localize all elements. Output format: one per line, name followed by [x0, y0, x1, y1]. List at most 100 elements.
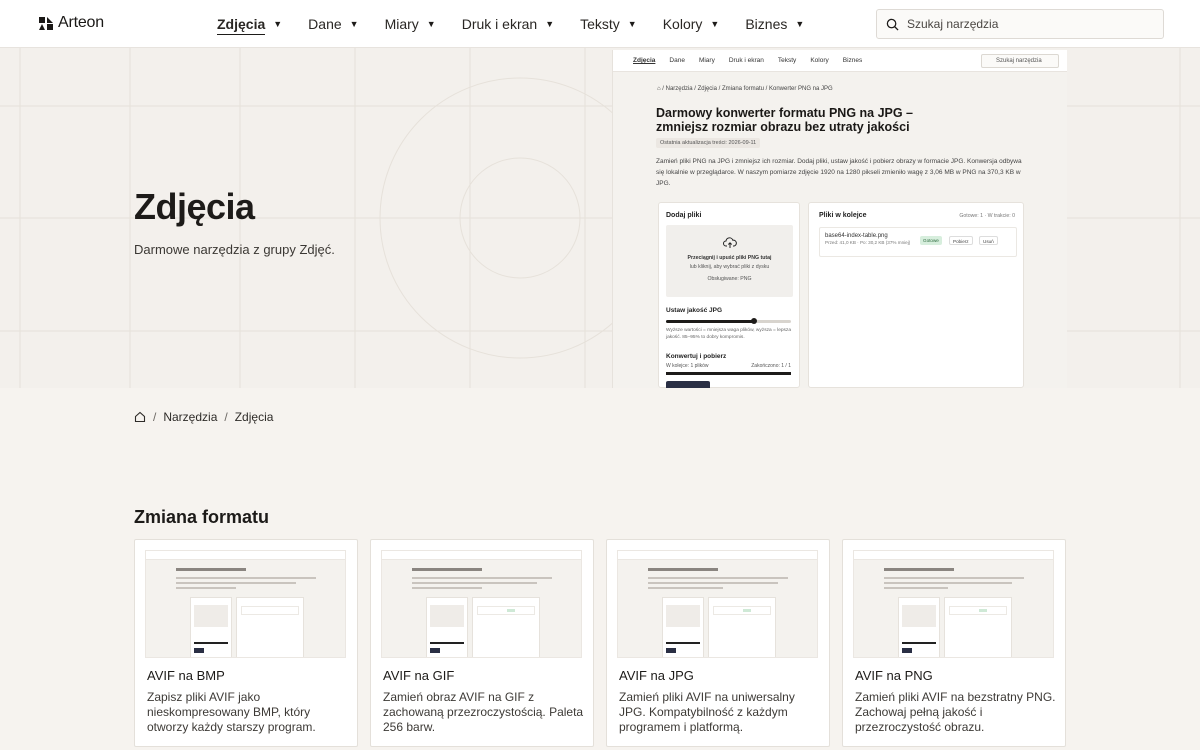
preview-file-row: base64-index-table.png Przed: 41,0 KB · …	[819, 227, 1017, 257]
thumbnail-text-line	[648, 577, 788, 579]
nav-item-druk-i-ekran[interactable]: Druk i ekran ▼	[462, 0, 554, 48]
page-title: Zdjęcia	[134, 186, 255, 227]
preview-nav-item: Dane	[669, 57, 685, 64]
thumbnail-left-panel	[662, 597, 704, 657]
thumbnail-text-line	[176, 587, 236, 589]
nav-item-dane[interactable]: Dane ▼	[308, 0, 358, 48]
tool-card-thumbnail	[617, 550, 818, 658]
tool-card-description: Zapisz pliki AVIF jako nieskompresowany …	[147, 690, 316, 734]
preview-convert-label: Konwertuj i pobierz	[666, 353, 727, 360]
preview-nav: Zdjęcia Dane Miary Druk i ekran Teksty K…	[613, 50, 1067, 72]
thumbnail-right-panel	[708, 597, 776, 657]
preview-add-files-title: Dodaj pliki	[666, 212, 702, 219]
tool-card-description: Zamień pliki AVIF na bezstratny PNG. Zac…	[855, 690, 1056, 734]
search-box[interactable]	[876, 9, 1164, 39]
page-subtitle: Darmowe narzędzia z grupy Zdjęć.	[134, 242, 335, 257]
thumbnail-nav	[382, 551, 581, 560]
thumbnail-right-panel	[944, 597, 1012, 657]
thumbnail-text-line	[412, 577, 552, 579]
tool-card-avif-jpg[interactable]: AVIF na JPG Zamień pliki AVIF na uniwers…	[606, 539, 830, 747]
nav-item-miary[interactable]: Miary ▼	[385, 0, 436, 48]
nav-item-kolory[interactable]: Kolory ▼	[663, 0, 720, 48]
tool-card-avif-bmp[interactable]: AVIF na BMP Zapisz pliki AVIF jako niesk…	[134, 539, 358, 747]
preview-convert-right: Zakończono: 1 / 1	[751, 363, 791, 369]
preview-nav-item: Biznes	[842, 57, 863, 64]
nav-item-label: Druk i ekran	[461, 16, 538, 32]
preview-drop-title: Przeciągnij i upuść pliki PNG tutaj	[687, 255, 772, 261]
tool-card-thumbnail	[145, 550, 346, 658]
nav-item-label: Biznes	[745, 16, 788, 32]
chevron-down-icon: ▼	[273, 19, 283, 29]
thumbnail-heading	[176, 568, 246, 571]
preview-dropzone: Przeciągnij i upuść pliki PNG tutaj lub …	[666, 225, 793, 297]
preview-file-name: base64-index-table.png	[825, 233, 888, 239]
nav-item-label: Teksty	[580, 16, 620, 32]
thumbnail-nav	[618, 551, 817, 560]
thumbnail-nav	[854, 551, 1053, 560]
tool-card-title: AVIF na GIF	[383, 668, 455, 683]
preview-file-size: Przed: 41,0 KB · Po: 30,2 KB (37% mniej)	[825, 240, 911, 245]
thumbnail-left-panel	[190, 597, 232, 657]
nav-item-teksty[interactable]: Teksty ▼	[580, 0, 637, 48]
section-title: Zmiana formatu	[134, 507, 270, 527]
preview-progress-bar	[666, 372, 791, 375]
search-icon	[886, 18, 899, 31]
preview-upload-card: Dodaj pliki Przeciągnij i upuść pliki PN…	[658, 202, 800, 388]
preview-description: Zamień pliki PNG na JPG i zmniejsz ich r…	[656, 158, 1022, 187]
preview-queue-meta: Gotowe: 1 · W trakcie: 0	[959, 213, 1015, 219]
preview-remove-chip: Usuń	[979, 236, 998, 245]
preview-nav-item: Miary	[698, 57, 715, 64]
cloud-upload-icon	[723, 237, 737, 248]
preview-quality-label: Ustaw jakość JPG	[666, 307, 722, 314]
nav-item-label: Kolory	[662, 16, 703, 32]
preview-convert-left: W kolejce: 1 plików	[666, 363, 709, 369]
top-navigation-bar: Arteon Zdjęcia ▼ Dane ▼ Miary ▼ Druk i e…	[0, 0, 1200, 48]
chevron-down-icon: ▼	[426, 19, 436, 29]
thumbnail-heading	[648, 568, 718, 571]
nav-item-biznes[interactable]: Biznes ▼	[745, 0, 804, 48]
breadcrumb-separator: /	[224, 410, 228, 424]
breadcrumb-separator: /	[153, 410, 157, 424]
thumbnail-right-panel	[472, 597, 540, 657]
tool-card-avif-png[interactable]: AVIF na PNG Zamień pliki AVIF na bezstra…	[842, 539, 1066, 747]
thumbnail-nav	[146, 551, 345, 560]
thumbnail-heading	[884, 568, 954, 571]
hero-preview-screenshot: Zdjęcia Dane Miary Druk i ekran Teksty K…	[612, 50, 1067, 388]
preview-quality-fill	[666, 320, 754, 323]
brand-name: Arteon	[58, 14, 104, 31]
thumbnail-text-line	[648, 582, 778, 584]
nav-item-zdjecia[interactable]: Zdjęcia ▼	[217, 0, 282, 48]
breadcrumb-current: Zdjęcia	[234, 410, 274, 424]
preview-queue-card: Pliki w kolejce Gotowe: 1 · W trakcie: 0…	[808, 202, 1024, 388]
thumbnail-text-line	[176, 577, 316, 579]
preview-nav-item: Zdjęcia	[633, 57, 656, 64]
preview-title: Darmowy konwerter formatu PNG na JPG – z…	[656, 106, 914, 134]
chevron-down-icon: ▼	[627, 19, 637, 29]
tool-card-description: Zamień obraz AVIF na GIF z zachowaną prz…	[383, 690, 584, 734]
chevron-down-icon: ▼	[795, 19, 805, 29]
brand-logo[interactable]: Arteon	[38, 14, 104, 32]
preview-search: Szukaj narzędzia	[981, 54, 1059, 68]
hero-banner: Zdjęcia Darmowe narzędzia z grupy Zdjęć.…	[0, 48, 1200, 388]
chevron-down-icon: ▼	[349, 19, 359, 29]
preview-drop-hint: lub kliknij, aby wybrać pliki z dysku	[689, 264, 770, 270]
thumbnail-right-panel	[236, 597, 304, 657]
home-icon[interactable]	[134, 411, 146, 423]
preview-nav-item: Kolory	[810, 57, 829, 64]
preview-queue-title: Pliki w kolejce	[819, 212, 867, 219]
breadcrumb: / Narzędzia / Zdjęcia	[134, 410, 273, 424]
tool-card-avif-gif[interactable]: AVIF na GIF Zamień obraz AVIF na GIF z z…	[370, 539, 594, 747]
nav-item-label: Dane	[308, 16, 342, 32]
preview-breadcrumb: ⌂ / Narzędzia / Zdjęcia / Zmiana formatu…	[657, 86, 833, 92]
tool-card-title: AVIF na BMP	[147, 668, 225, 683]
breadcrumb-narzedzia[interactable]: Narzędzia	[163, 410, 217, 424]
search-input[interactable]	[907, 17, 1147, 31]
tool-card-title: AVIF na PNG	[855, 668, 933, 683]
preview-quality-note: Wyższe wartości = mniejsza waga plików, …	[666, 328, 791, 340]
nav-item-label: Miary	[384, 16, 419, 32]
thumbnail-text-line	[412, 582, 537, 584]
main-nav: Zdjęcia ▼ Dane ▼ Miary ▼ Druk i ekran ▼ …	[217, 0, 830, 48]
preview-download-button	[666, 381, 710, 388]
thumbnail-heading	[412, 568, 482, 571]
thumbnail-left-panel	[898, 597, 940, 657]
